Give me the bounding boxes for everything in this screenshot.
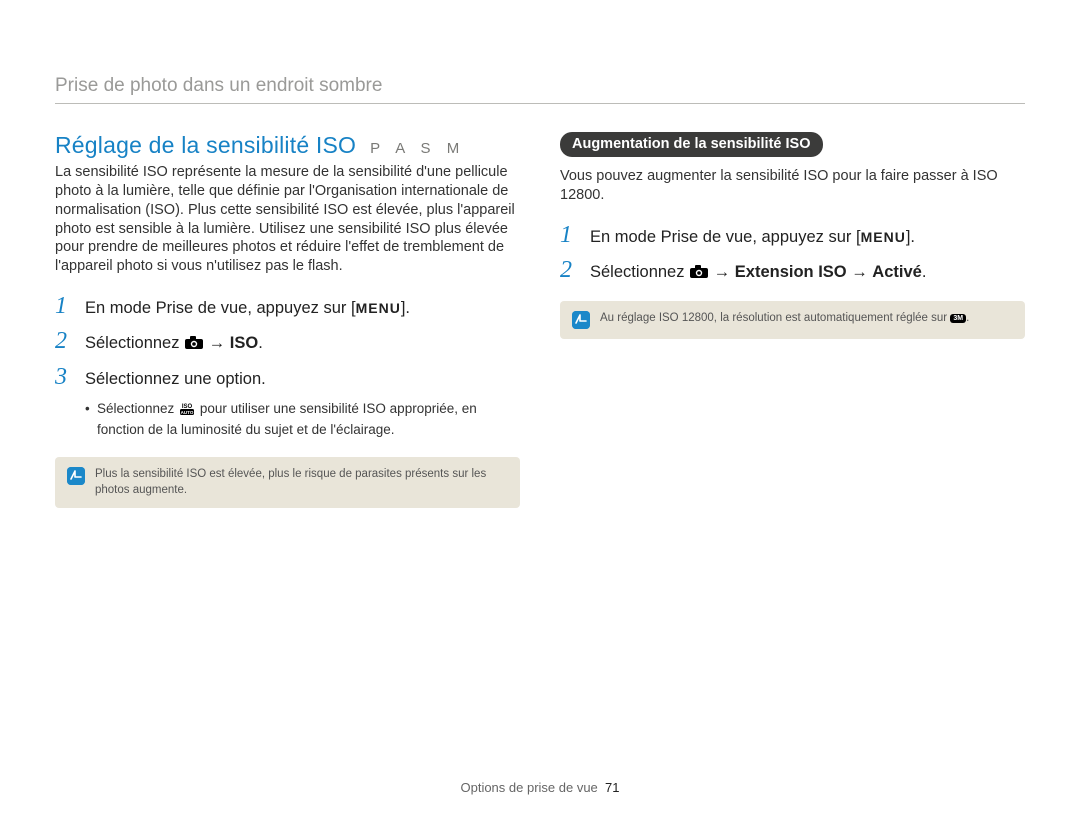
step-text: Sélectionnez une option. — [85, 365, 266, 390]
note-icon — [67, 467, 85, 485]
note-text-pre: Au réglage ISO 12800, la résolution est … — [600, 312, 950, 324]
note-text-post: . — [966, 312, 969, 324]
step-text-pre: En mode Prise de vue, appuyez sur [ — [85, 299, 356, 317]
mode-indicators: P A S M — [370, 140, 465, 157]
note-box: Au réglage ISO 12800, la résolution est … — [560, 301, 1025, 339]
step-text-pre: En mode Prise de vue, appuyez sur [ — [590, 228, 861, 246]
step-2: 2 Sélectionnez → Extension ISO → Activé. — [560, 258, 1025, 283]
step-3: 3 Sélectionnez une option. — [55, 365, 520, 390]
right-column: Augmentation de la sensibilité ISO Vous … — [560, 132, 1025, 508]
step-number: 3 — [55, 365, 73, 389]
content-columns: Réglage de la sensibilité ISO P A S M La… — [55, 132, 1025, 508]
manual-page: Prise de photo dans un endroit sombre Ré… — [0, 0, 1080, 815]
camera-icon — [689, 265, 709, 279]
step-text-post: ]. — [906, 228, 915, 246]
section-title: Réglage de la sensibilité ISO — [55, 132, 356, 159]
step-1: 1 En mode Prise de vue, appuyez sur [MEN… — [560, 223, 1025, 248]
note-text: Au réglage ISO 12800, la résolution est … — [600, 311, 969, 327]
intro-text: Vous pouvez augmenter la sensibilité ISO… — [560, 167, 1025, 205]
step-text-post: . — [922, 263, 927, 281]
step-1: 1 En mode Prise de vue, appuyez sur [MEN… — [55, 294, 520, 319]
steps-list: 1 En mode Prise de vue, appuyez sur [MEN… — [55, 294, 520, 390]
steps-list: 1 En mode Prise de vue, appuyez sur [MEN… — [560, 223, 1025, 284]
resolution-badge-icon: 3M — [950, 314, 966, 323]
camera-icon — [184, 336, 204, 350]
step-text-post: . — [258, 334, 263, 352]
step-text-pre: Sélectionnez — [85, 334, 184, 352]
note-box: Plus la sensibilité ISO est élevée, plus… — [55, 457, 520, 508]
note-text: Plus la sensibilité ISO est élevée, plus… — [95, 467, 508, 498]
step-number: 1 — [560, 223, 578, 247]
page-number: 71 — [605, 780, 619, 795]
arrow: → — [847, 263, 873, 281]
footer-label: Options de prise de vue — [460, 780, 597, 795]
step-number: 2 — [560, 258, 578, 282]
substep: Sélectionnez ISO AUTO pour utiliser une … — [85, 400, 520, 439]
step-bold: Extension ISO — [735, 263, 847, 281]
note-icon — [572, 311, 590, 329]
pill-heading: Augmentation de la sensibilité ISO — [560, 132, 823, 157]
step-number: 2 — [55, 329, 73, 353]
arrow: → — [209, 334, 230, 352]
step-text: Sélectionnez → Extension ISO → Activé. — [590, 258, 926, 283]
arrow: → — [714, 263, 735, 281]
step-text-post: ]. — [401, 299, 410, 317]
iso-auto-icon: ISO AUTO — [178, 402, 196, 421]
svg-text:AUTO: AUTO — [181, 410, 194, 415]
page-footer: Options de prise de vue 71 — [0, 780, 1080, 795]
step-text-pre: Sélectionnez — [590, 263, 689, 281]
substep-pre: Sélectionnez — [97, 401, 178, 416]
step-text: En mode Prise de vue, appuyez sur [MENU]… — [85, 294, 410, 319]
left-column: Réglage de la sensibilité ISO P A S M La… — [55, 132, 520, 508]
step-2: 2 Sélectionnez → ISO. — [55, 329, 520, 354]
step-number: 1 — [55, 294, 73, 318]
menu-icon: MENU — [356, 300, 401, 316]
substeps-list: Sélectionnez ISO AUTO pour utiliser une … — [85, 400, 520, 439]
step-text: Sélectionnez → ISO. — [85, 329, 263, 354]
step-bold: Activé — [872, 263, 922, 281]
menu-icon: MENU — [861, 229, 906, 245]
intro-text: La sensibilité ISO représente la mesure … — [55, 163, 520, 276]
step-text: En mode Prise de vue, appuyez sur [MENU]… — [590, 223, 915, 248]
step-bold: ISO — [230, 334, 258, 352]
topic-header: Prise de photo dans un endroit sombre — [55, 75, 1025, 104]
